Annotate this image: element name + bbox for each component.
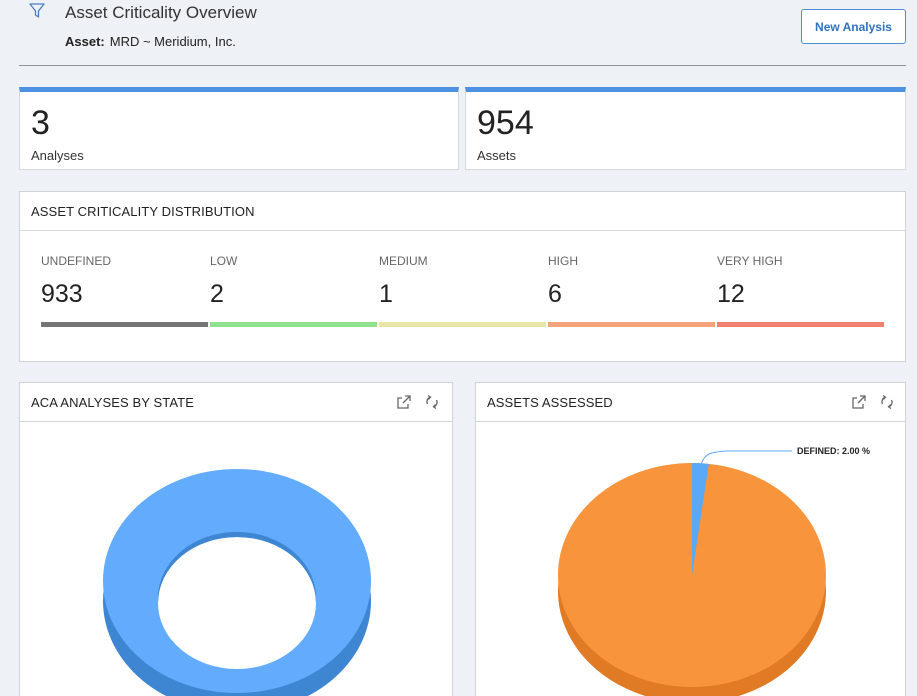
- asset-line: Asset: MRD ~ Meridium, Inc.: [65, 34, 236, 49]
- header-divider: [19, 65, 906, 66]
- distribution-bar: [41, 322, 208, 327]
- distribution-value: 6: [548, 280, 562, 308]
- pie-annotation: DEFINED: 2.00 %: [797, 446, 870, 456]
- open-external-icon[interactable]: [396, 394, 412, 410]
- open-external-icon[interactable]: [851, 394, 867, 410]
- filter-icon[interactable]: [28, 2, 46, 20]
- refresh-icon[interactable]: [424, 394, 440, 410]
- distribution-label: VERY HIGH: [717, 254, 783, 268]
- analyses-count: 3: [31, 104, 50, 142]
- analyses-donut-chart: [103, 469, 371, 696]
- distribution-value: 12: [717, 280, 745, 308]
- distribution-very-high[interactable]: VERY HIGH 12: [717, 254, 884, 327]
- distribution-high[interactable]: HIGH 6: [548, 254, 715, 327]
- criticality-distribution-panel: ASSET CRITICALITY DISTRIBUTION UNDEFINED…: [19, 191, 906, 362]
- assets-count: 954: [477, 104, 534, 142]
- distribution-label: MEDIUM: [379, 254, 428, 268]
- asset-label: Asset:: [65, 34, 105, 49]
- distribution-label: HIGH: [548, 254, 578, 268]
- donut-slice[interactable]: [103, 469, 371, 696]
- assets-kpi-card[interactable]: 954 Assets: [465, 87, 906, 170]
- panel-separator: [20, 421, 452, 422]
- page-title: Asset Criticality Overview: [65, 3, 257, 22]
- distribution-low[interactable]: LOW 2: [210, 254, 377, 327]
- distribution-label: LOW: [210, 254, 238, 268]
- panel-separator: [476, 421, 905, 422]
- distribution-undefined[interactable]: UNDEFINED 933: [41, 254, 208, 327]
- distribution-value: 933: [41, 280, 83, 308]
- distribution-bar: [379, 322, 546, 327]
- analyses-kpi-card[interactable]: 3 Analyses: [19, 87, 459, 170]
- assets-assessed-pie-chart: DEFINED: 2.00 %: [558, 446, 870, 696]
- distribution-medium[interactable]: MEDIUM 1: [379, 254, 546, 327]
- analyses-caption: Analyses: [31, 148, 84, 163]
- page-header: Asset Criticality Overview Asset: MRD ~ M…: [0, 0, 917, 66]
- distribution-title: ASSET CRITICALITY DISTRIBUTION: [31, 204, 255, 219]
- distribution-value: 2: [210, 280, 224, 308]
- assets-assessed-title: ASSETS ASSESSED: [487, 395, 613, 410]
- distribution-bar: [717, 322, 884, 327]
- distribution-bar: [210, 322, 377, 327]
- asset-value: MRD ~ Meridium, Inc.: [109, 34, 236, 49]
- refresh-icon[interactable]: [879, 394, 895, 410]
- analyses-by-state-title: ACA ANALYSES BY STATE: [31, 395, 194, 410]
- assets-caption: Assets: [477, 148, 517, 163]
- assets-assessed-panel: ASSETS ASSESSED DEFINED: 2.00 %: [475, 382, 906, 696]
- new-analysis-button[interactable]: New Analysis: [801, 9, 906, 44]
- distribution-value: 1: [379, 280, 393, 308]
- distribution-label: UNDEFINED: [41, 254, 112, 268]
- analyses-by-state-panel: ACA ANALYSES BY STATE: [19, 382, 453, 696]
- distribution-bar: [548, 322, 715, 327]
- pie-leader-line: [700, 450, 792, 466]
- panel-separator: [20, 230, 905, 231]
